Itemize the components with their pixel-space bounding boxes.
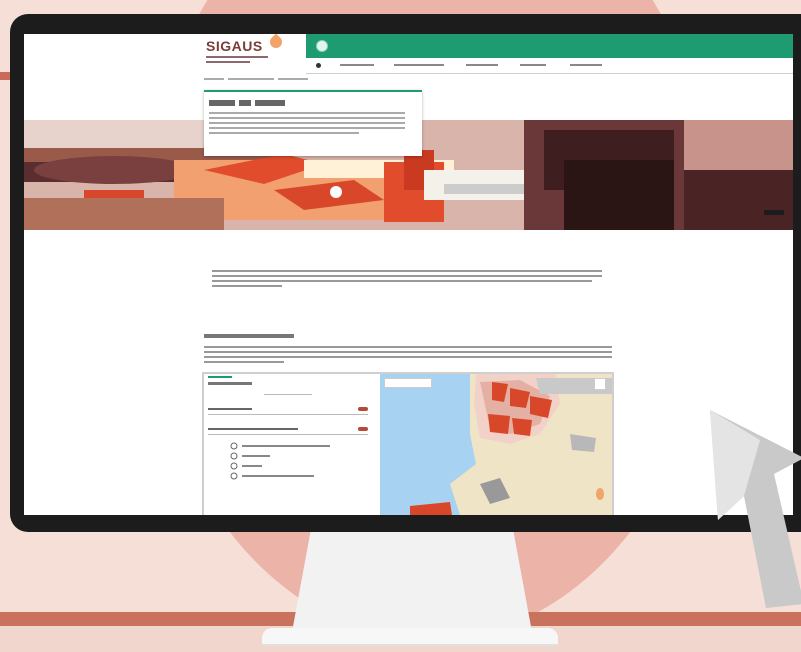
home-icon[interactable] — [316, 63, 321, 68]
intro-paragraph — [212, 270, 602, 287]
logo-tagline — [206, 56, 268, 58]
panel-tab-indicator[interactable] — [208, 376, 232, 378]
header-menu-icon[interactable] — [316, 40, 328, 52]
filter-controls — [208, 382, 368, 480]
logo-area — [24, 34, 306, 68]
nav-items — [340, 64, 602, 66]
map-canvas[interactable] — [380, 374, 612, 515]
top-header-bar — [306, 34, 793, 58]
monitor-base — [262, 628, 558, 646]
monitor-screen: SIGAUS — [24, 34, 793, 515]
map-filter-panel — [204, 374, 381, 515]
info-card-content — [209, 100, 405, 134]
nav-item-3 — [466, 64, 498, 66]
nav-item-5 — [570, 64, 602, 66]
radio-option-3 — [230, 462, 238, 470]
radio-option-2 — [230, 452, 238, 460]
filter-toggle-1 — [358, 407, 368, 411]
filter-label-1 — [208, 408, 252, 410]
logo-tagline-2 — [206, 61, 250, 63]
hero-info-card — [204, 90, 422, 156]
filter-label-2 — [208, 428, 298, 430]
radio-option-4 — [230, 472, 238, 480]
radio-option-1 — [230, 442, 238, 450]
map-layer-control[interactable] — [384, 378, 432, 388]
map-fullscreen-button[interactable] — [594, 378, 606, 390]
nav-item-4 — [520, 64, 546, 66]
info-card-title — [209, 100, 235, 106]
section-title — [204, 334, 294, 338]
mouse-pointer-icon — [710, 410, 801, 608]
nav-item-1 — [340, 64, 374, 66]
monitor-stand — [292, 528, 532, 632]
map-illustration — [380, 374, 612, 515]
section-description — [204, 346, 612, 363]
nav-item-2 — [394, 64, 444, 66]
panel-heading — [208, 382, 252, 385]
breadcrumb — [204, 78, 308, 80]
logo[interactable]: SIGAUS — [206, 38, 263, 54]
map-widget — [202, 372, 614, 515]
filter-toggle-2 — [358, 427, 368, 431]
